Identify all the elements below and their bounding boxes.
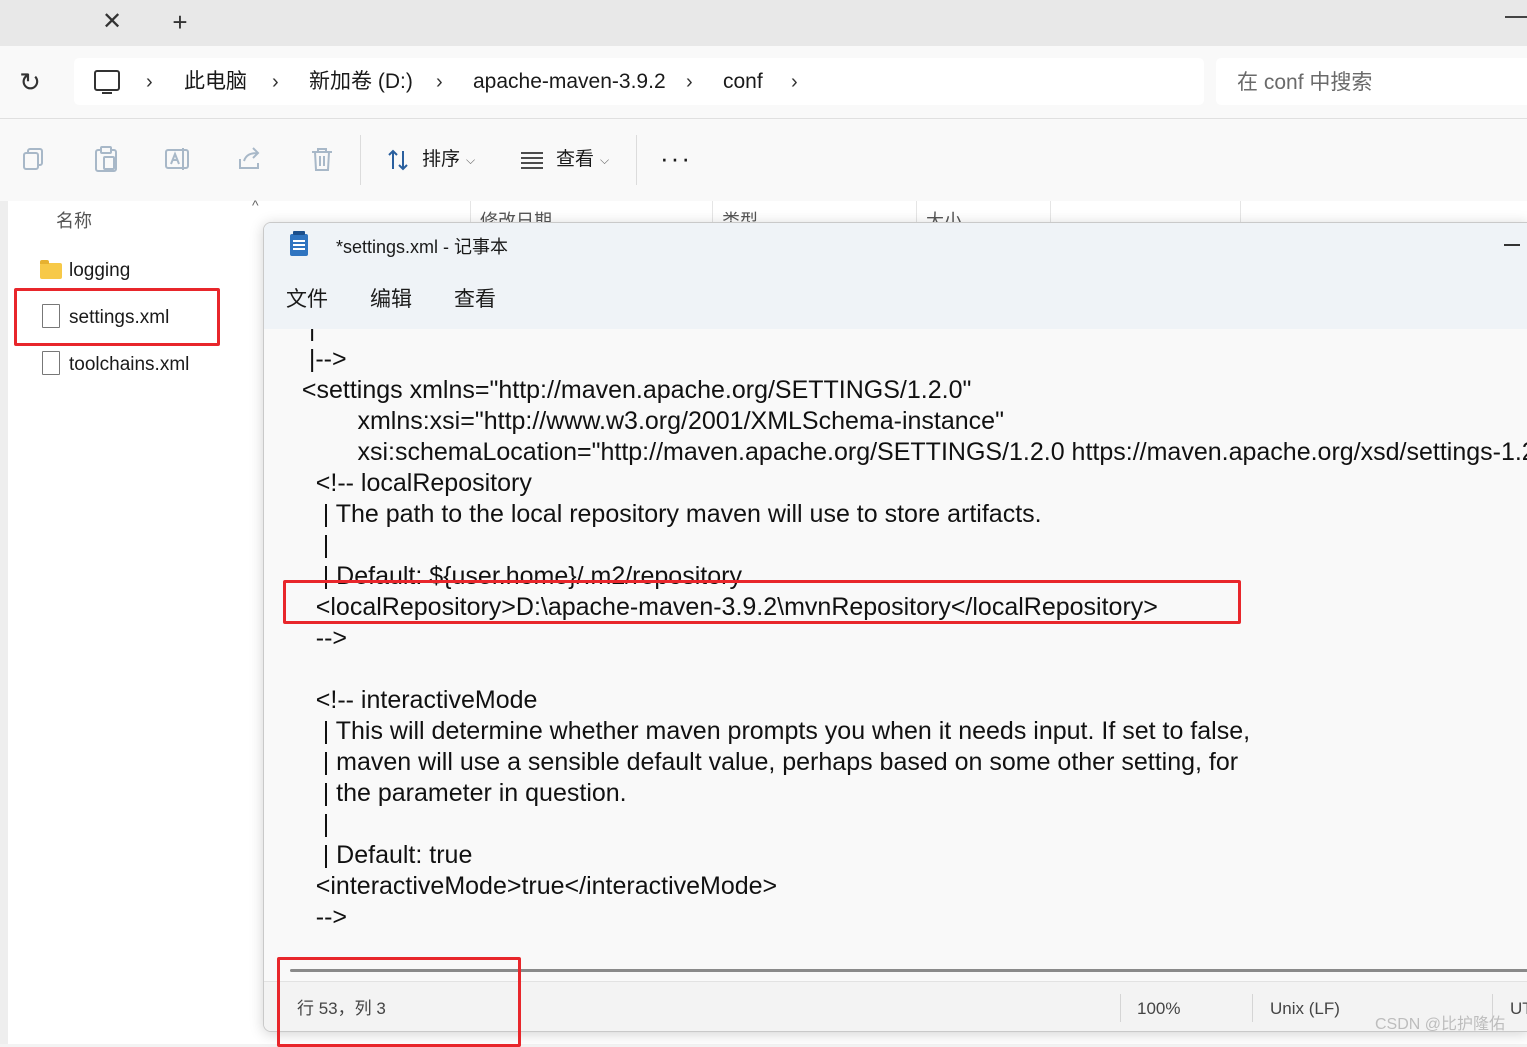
rename-icon[interactable]: [164, 145, 192, 173]
text-line[interactable]: | maven will use a sensible default valu…: [288, 747, 1238, 778]
text-line[interactable]: | the parameter in question.: [288, 778, 627, 809]
explorer-tab-strip: ✕ +: [0, 0, 1527, 46]
notepad-window: *settings.xml - 记事本 文件 编辑 查看 | |--> <set…: [263, 222, 1527, 1032]
this-pc-icon[interactable]: [94, 70, 120, 94]
file-name: logging: [69, 260, 131, 281]
toolbar-separator: [360, 135, 361, 185]
chevron-right-icon[interactable]: ›: [686, 69, 693, 95]
watermark: CSDN @比护隆佑: [1375, 1016, 1506, 1033]
menu-file[interactable]: 文件: [286, 287, 328, 313]
search-placeholder: 在 conf 中搜索: [1237, 71, 1373, 94]
breadcrumb-conf[interactable]: conf: [723, 69, 763, 95]
chevron-right-icon[interactable]: ›: [791, 69, 798, 95]
menu-view[interactable]: 查看: [454, 287, 496, 313]
refresh-button[interactable]: ↻: [14, 66, 46, 98]
text-line[interactable]: | The path to the local repository maven…: [288, 499, 1042, 530]
notepad-titlebar: *settings.xml - 记事本: [264, 223, 1527, 271]
breadcrumb-maven-folder[interactable]: apache-maven-3.9.2: [473, 69, 666, 95]
text-line[interactable]: | Default: true: [288, 840, 473, 871]
column-divider[interactable]: [916, 201, 917, 223]
column-divider[interactable]: [1050, 201, 1051, 223]
minimize-icon[interactable]: [1504, 244, 1520, 246]
encoding: UT: [1510, 999, 1527, 1018]
text-line[interactable]: <interactiveMode>true</interactiveMode>: [288, 871, 777, 902]
copy-icon[interactable]: [20, 145, 48, 173]
notepad-menubar: 文件 编辑 查看: [264, 271, 1527, 329]
view-label: 查看: [556, 149, 595, 170]
address-row: ↻ › 此电脑 › 新加卷 (D:) › apache-maven-3.9.2 …: [0, 46, 1527, 118]
sort-label: 排序: [422, 149, 461, 170]
chevron-right-icon[interactable]: ›: [436, 69, 443, 95]
address-bar[interactable]: › 此电脑 › 新加卷 (D:) › apache-maven-3.9.2 › …: [74, 58, 1204, 105]
more-options-button[interactable]: ···: [660, 143, 692, 173]
text-line[interactable]: <!-- interactiveMode: [288, 685, 538, 716]
text-line[interactable]: -->: [288, 623, 347, 654]
text-line[interactable]: |: [288, 809, 330, 840]
highlight-box-cursor-position: [277, 957, 521, 1047]
file-row-toolchains[interactable]: toolchains.xml: [38, 348, 238, 382]
file-row-logging[interactable]: logging: [38, 254, 238, 288]
toolbar-separator: [636, 135, 637, 185]
text-line[interactable]: xsi:schemaLocation="http://maven.apache.…: [288, 437, 1527, 468]
chevron-down-icon: ⌵: [600, 153, 610, 167]
folder-icon: [40, 260, 62, 279]
view-icon: [521, 152, 543, 169]
highlight-box-settings-file: [14, 288, 220, 346]
notepad-title: *settings.xml - 记事本: [336, 237, 509, 257]
delete-icon[interactable]: [308, 145, 336, 173]
text-line[interactable]: -->: [288, 902, 347, 933]
breadcrumb-drive-d[interactable]: 新加卷 (D:): [309, 69, 413, 95]
command-bar: 排序 ⌵ 查看 ⌵ ···: [0, 118, 1527, 202]
text-line[interactable]: <settings xmlns="http://maven.apache.org…: [288, 375, 971, 406]
file-name: toolchains.xml: [69, 354, 190, 375]
chevron-down-icon: ⌵: [466, 153, 476, 167]
column-divider[interactable]: [470, 201, 471, 223]
column-divider[interactable]: [1240, 201, 1241, 223]
new-tab-button[interactable]: +: [166, 8, 194, 36]
chevron-right-icon[interactable]: ›: [146, 69, 153, 95]
text-line[interactable]: xmlns:xsi="http://www.w3.org/2001/XMLSch…: [288, 406, 1004, 437]
notepad-icon: [290, 231, 308, 256]
text-line[interactable]: <!-- localRepository: [288, 468, 532, 499]
text-line[interactable]: |: [288, 530, 330, 561]
minimize-window-icon[interactable]: [1505, 16, 1527, 18]
highlight-box-local-repository: [283, 580, 1241, 624]
share-icon[interactable]: [236, 145, 264, 173]
menu-edit[interactable]: 编辑: [370, 287, 412, 313]
column-divider[interactable]: [712, 201, 713, 223]
notepad-text-area[interactable]: | |--> <settings xmlns="http://maven.apa…: [264, 329, 1527, 969]
line-ending: Unix (LF): [1270, 999, 1340, 1018]
status-separator: [1120, 994, 1121, 1022]
breadcrumb-this-pc[interactable]: 此电脑: [184, 69, 247, 95]
status-separator: [1252, 994, 1253, 1022]
text-line[interactable]: | This will determine whether maven prom…: [288, 716, 1250, 747]
search-input[interactable]: 在 conf 中搜索: [1216, 58, 1527, 105]
column-header-name[interactable]: 名称: [56, 209, 92, 233]
zoom-level: 100%: [1137, 999, 1181, 1018]
close-tab-button[interactable]: ✕: [98, 8, 126, 36]
text-line[interactable]: |-->: [288, 344, 347, 375]
sort-icon: [388, 149, 408, 171]
paste-icon[interactable]: [92, 145, 120, 173]
chevron-right-icon[interactable]: ›: [272, 69, 279, 95]
sort-ascending-icon: ^: [252, 197, 259, 213]
text-line[interactable]: |: [288, 329, 316, 344]
file-icon: [42, 351, 60, 375]
nav-pane-edge: [0, 201, 8, 1044]
